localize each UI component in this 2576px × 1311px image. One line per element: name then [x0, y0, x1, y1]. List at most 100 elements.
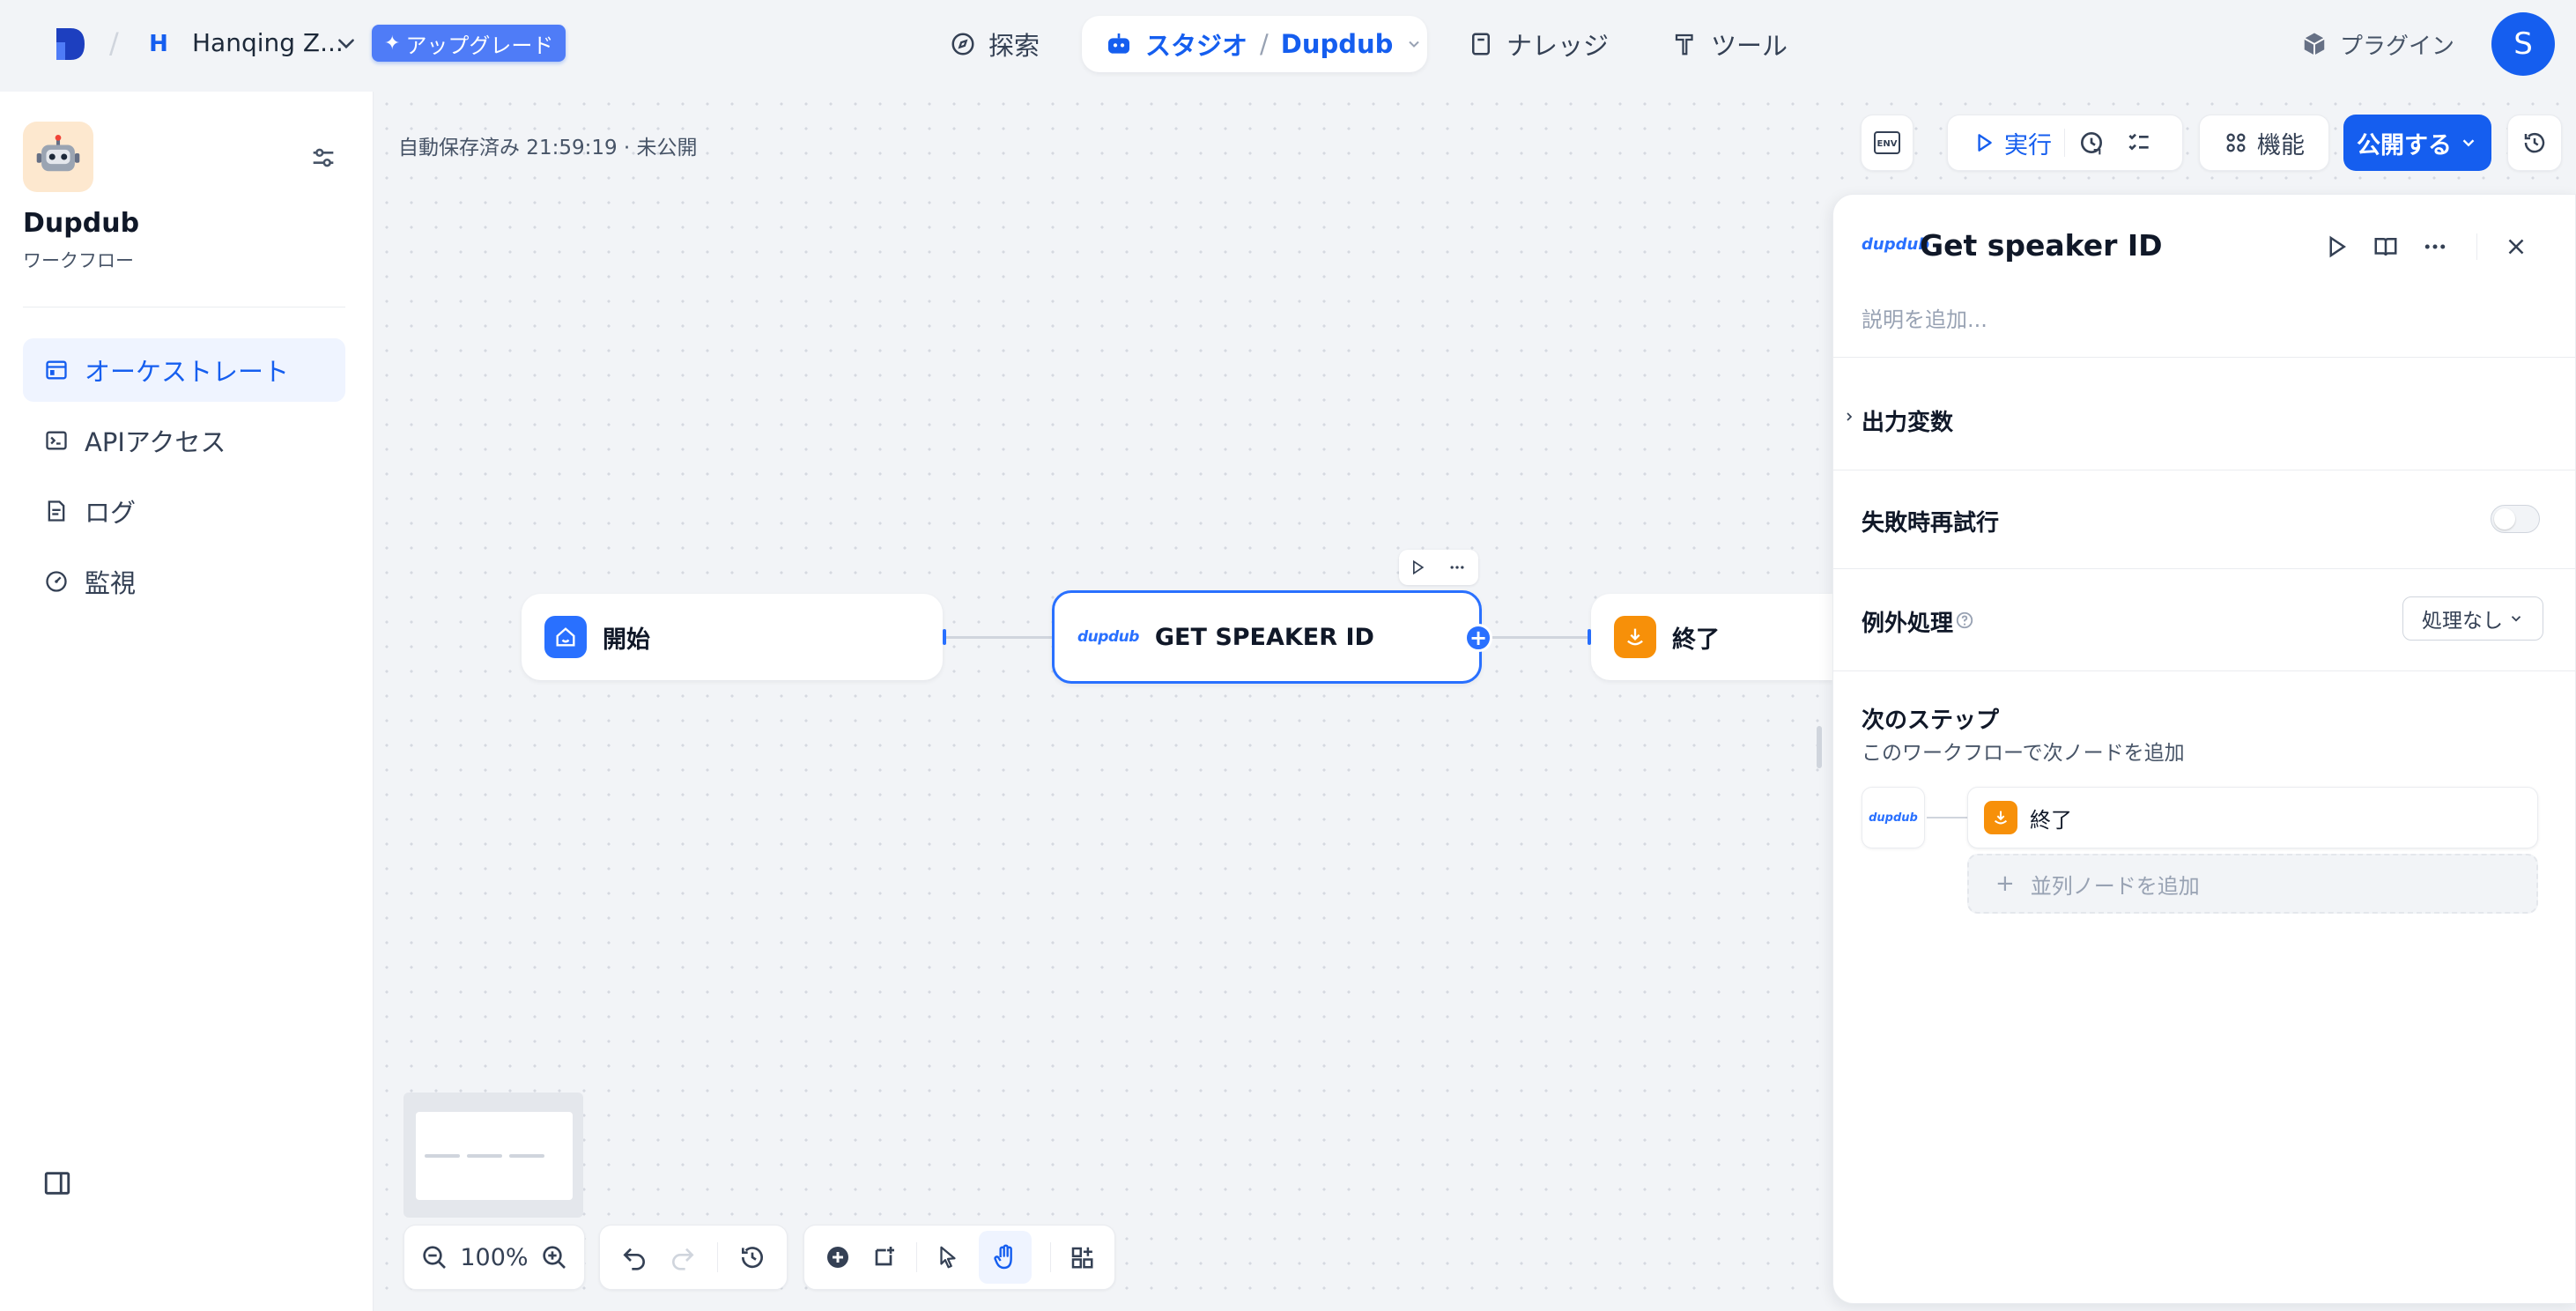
- history-controls: [599, 1225, 788, 1290]
- divider: [1833, 357, 2575, 358]
- more-icon[interactable]: [2422, 233, 2448, 260]
- chevron-down-icon[interactable]: [1405, 35, 1423, 53]
- pointer-icon[interactable]: [935, 1244, 961, 1270]
- retry-toggle[interactable]: [2491, 505, 2540, 533]
- next-step-heading: 次のステップ: [1862, 707, 2000, 734]
- app-sidebar: Dupdub ワークフロー オーケストレート APIアクセス ログ 監視: [0, 92, 374, 1311]
- close-icon[interactable]: [2503, 233, 2529, 260]
- nav-knowledge[interactable]: ナレッジ: [1468, 18, 1609, 70]
- chevron-right-icon[interactable]: [1842, 410, 1856, 424]
- error-handling-value: 処理なし: [2422, 610, 2503, 633]
- divider: [915, 1242, 917, 1272]
- divider: [1833, 568, 2575, 569]
- sidebar-item-api[interactable]: APIアクセス: [23, 409, 345, 472]
- sidebar-item-label: APIアクセス: [85, 427, 226, 457]
- upgrade-button[interactable]: ✦ アップグレード: [372, 25, 566, 62]
- features-grid-icon: [2226, 133, 2246, 152]
- canvas-minimap[interactable]: [403, 1092, 583, 1218]
- sidebar-collapse-icon[interactable]: [41, 1168, 74, 1198]
- plus-icon: +: [1995, 870, 2015, 897]
- panel-resize-handle[interactable]: [1817, 726, 1822, 768]
- nav-plugins[interactable]: プラグイン: [2301, 18, 2454, 70]
- error-handling-select[interactable]: 処理なし: [2402, 596, 2543, 641]
- run-button[interactable]: 実行: [1973, 126, 2052, 160]
- checklist-icon[interactable]: [2125, 129, 2153, 157]
- description-input[interactable]: 説明を追加...: [1862, 302, 1988, 333]
- minimap-viewport: [416, 1112, 573, 1200]
- zoom-out-icon[interactable]: [420, 1243, 448, 1271]
- add-parallel-node-button[interactable]: + 並列ノードを追加: [1967, 854, 2538, 914]
- terminal-icon: [46, 431, 67, 450]
- docs-book-icon[interactable]: [2372, 233, 2399, 260]
- nav-studio[interactable]: スタジオ / Dupdub: [1082, 16, 1427, 72]
- gauge-icon: [46, 571, 67, 592]
- publish-button[interactable]: 公開する: [2343, 115, 2491, 171]
- history-icon[interactable]: [738, 1243, 766, 1271]
- redo-icon[interactable]: [669, 1243, 697, 1271]
- zoom-level[interactable]: 100%: [460, 1244, 528, 1271]
- nav-explore[interactable]: 探索: [950, 18, 1040, 70]
- svg-text:ENV: ENV: [1877, 139, 1898, 149]
- end-flag-icon: [1984, 801, 2017, 834]
- run-history-icon[interactable]: [2077, 129, 2106, 157]
- chevron-down-icon[interactable]: [335, 32, 358, 55]
- workspace-avatar[interactable]: H: [141, 26, 176, 62]
- sidebar-item-orchestrate[interactable]: オーケストレート: [23, 338, 345, 402]
- output-variables-heading[interactable]: 出力変数: [1862, 404, 1953, 437]
- divider: [1049, 1242, 1051, 1272]
- node-start[interactable]: 開始: [522, 594, 943, 680]
- env-button[interactable]: ENV: [1861, 115, 1913, 171]
- add-parallel-label: 並列ノードを追加: [2030, 873, 2200, 899]
- undo-icon[interactable]: [620, 1243, 648, 1271]
- help-circle-icon[interactable]: [1955, 611, 1974, 630]
- robot-icon: [1108, 33, 1129, 54]
- nav-studio-label: スタジオ: [1145, 31, 1248, 61]
- minimap-node: [467, 1154, 502, 1158]
- app-name: Dupdub: [23, 208, 140, 239]
- zoom-in-icon[interactable]: [540, 1243, 568, 1271]
- nav-plugins-label: プラグイン: [2340, 33, 2455, 60]
- history-icon: [2524, 132, 2545, 153]
- settings-sliders-icon[interactable]: [308, 143, 338, 173]
- nav-tools-label: ツール: [1711, 31, 1788, 61]
- nav-app-label[interactable]: Dupdub: [1281, 29, 1394, 59]
- end-flag-icon: [1614, 616, 1656, 658]
- sparkle-icon: ✦: [384, 32, 401, 55]
- canvas-tool-controls: [803, 1225, 1115, 1290]
- sidebar-item-logs[interactable]: ログ: [23, 479, 345, 543]
- sidebar-item-label: オーケストレート: [85, 357, 290, 387]
- features-label: 機能: [2257, 131, 2305, 159]
- hammer-icon: [1675, 33, 1693, 56]
- features-button[interactable]: 機能: [2199, 115, 2329, 171]
- add-next-node-button[interactable]: +: [1464, 624, 1492, 652]
- divider: [2476, 233, 2477, 260]
- add-note-icon[interactable]: [870, 1243, 898, 1271]
- user-avatar[interactable]: S: [2491, 12, 2555, 76]
- compass-icon: [951, 33, 974, 56]
- nav-tools[interactable]: ツール: [1672, 18, 1788, 70]
- app-logo-icon[interactable]: [53, 25, 88, 63]
- hand-tool-button[interactable]: [979, 1231, 1033, 1284]
- minimap-node: [509, 1154, 544, 1158]
- run-node-icon[interactable]: [2323, 233, 2350, 260]
- breadcrumb-separator: /: [109, 26, 119, 60]
- organize-blocks-icon[interactable]: [1069, 1244, 1095, 1270]
- cube-icon: [2304, 33, 2325, 56]
- node-get-speaker-id[interactable]: dupdub GET SPEAKER ID: [1052, 590, 1482, 684]
- workspace-name[interactable]: Hanqing Z...: [192, 28, 344, 57]
- log-file-icon: [48, 500, 65, 522]
- add-node-icon[interactable]: [824, 1243, 852, 1271]
- autosave-status: 自動保存済み 21:59:19 · 未公開: [398, 137, 698, 159]
- play-icon[interactable]: [1409, 559, 1426, 576]
- panel-title[interactable]: Get speaker ID: [1920, 228, 2163, 263]
- next-node-end[interactable]: 終了: [1967, 787, 2538, 848]
- chevron-down-icon: [2511, 616, 2521, 622]
- node-action-bar: [1399, 550, 1478, 585]
- play-icon: [1978, 134, 1992, 152]
- more-icon[interactable]: [1446, 559, 1469, 576]
- node-end[interactable]: 終了: [1591, 594, 1832, 680]
- app-icon: [23, 122, 93, 192]
- home-icon: [544, 616, 587, 658]
- version-history-button[interactable]: [2507, 115, 2562, 171]
- sidebar-item-monitoring[interactable]: 監視: [23, 550, 345, 613]
